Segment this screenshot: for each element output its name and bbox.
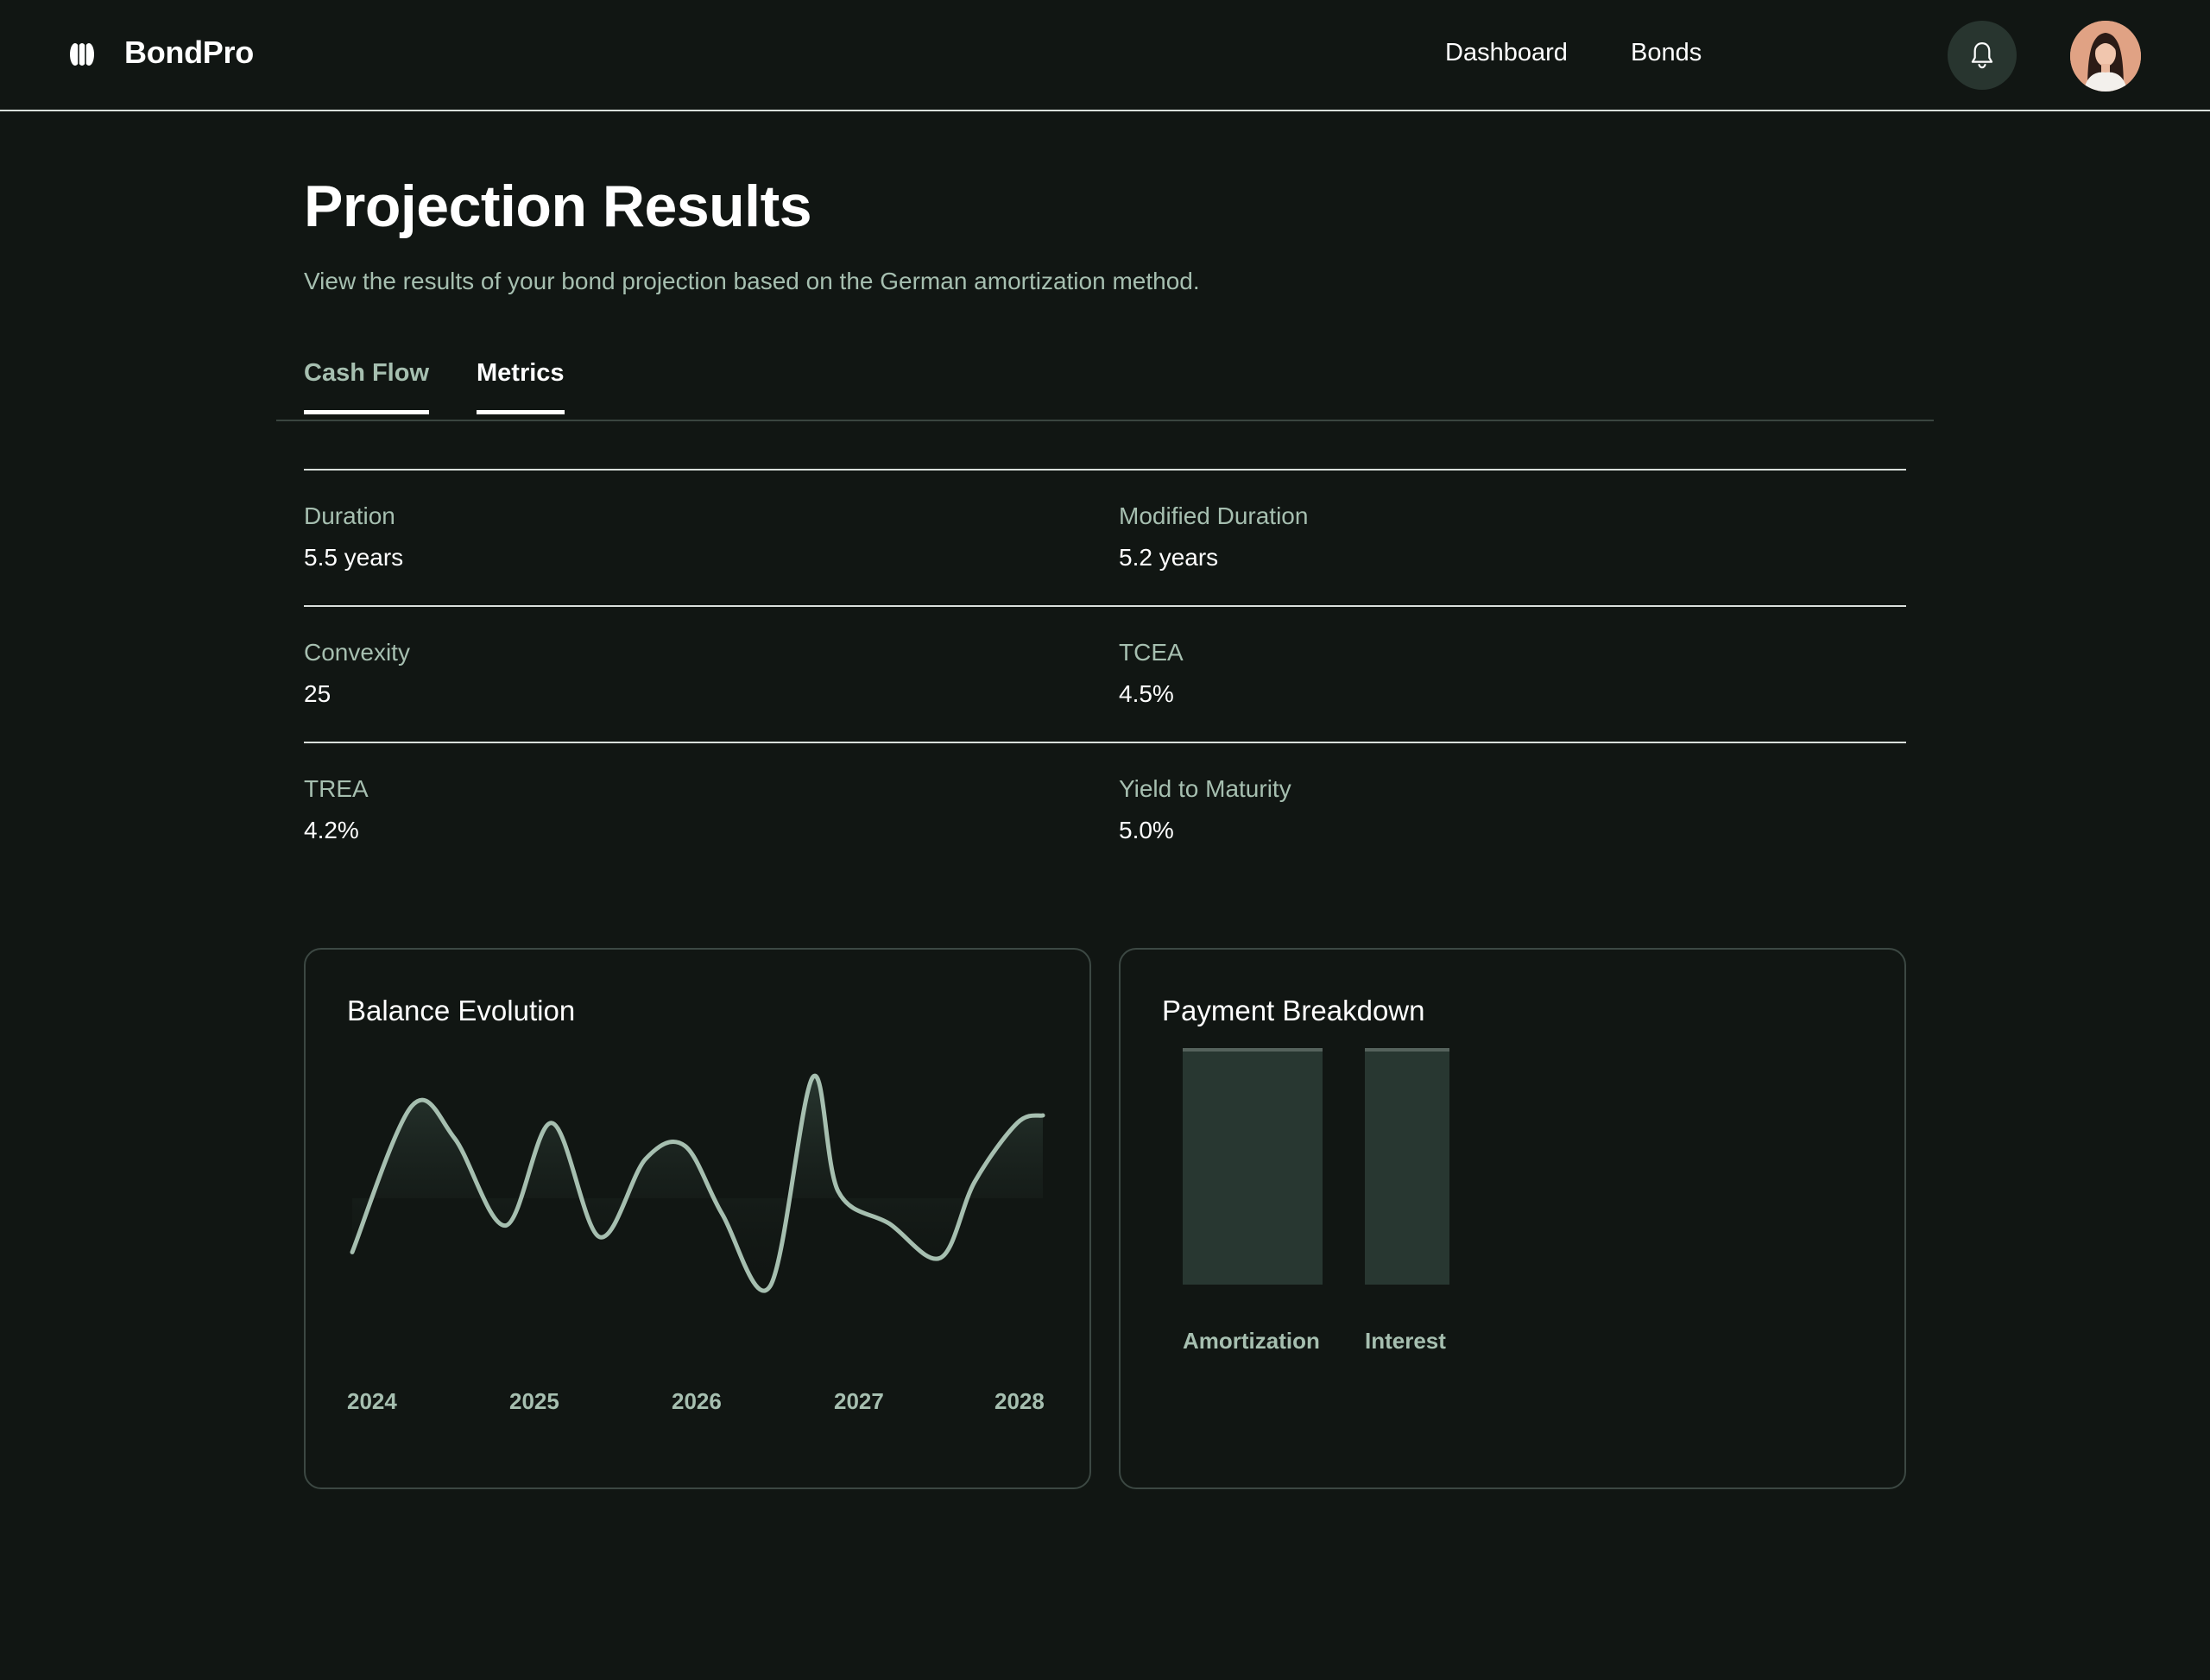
page-title: Projection Results	[304, 174, 812, 239]
metrics-divider	[304, 742, 1906, 743]
metric-label: TREA	[304, 775, 369, 802]
bar-label-interest: Interest	[1365, 1328, 1446, 1354]
user-avatar[interactable]	[2070, 21, 2141, 92]
metric-modified-duration: Modified Duration 5.2 years	[1119, 502, 1308, 572]
metric-label: TCEA	[1119, 639, 1184, 666]
metric-trea: TREA 4.2%	[304, 775, 369, 844]
metric-value: 5.5 years	[304, 544, 404, 571]
x-tick-label: 2024	[347, 1388, 397, 1414]
page-subtitle: View the results of your bond projection…	[304, 268, 1200, 294]
bar-top-edge	[1365, 1048, 1449, 1052]
metric-label: Duration	[304, 502, 395, 529]
metric-label: Yield to Maturity	[1119, 775, 1291, 802]
metric-value: 4.2%	[304, 817, 359, 843]
nav-link-dashboard[interactable]: Dashboard	[1445, 39, 1568, 67]
bondpro-logo-icon[interactable]	[69, 40, 95, 69]
metric-label: Modified Duration	[1119, 502, 1309, 529]
tabs-divider	[276, 420, 1934, 421]
x-tick-label: 2027	[834, 1388, 884, 1414]
x-tick-label: 2026	[672, 1388, 722, 1414]
brand-name[interactable]: BondPro	[124, 35, 254, 71]
balance-evolution-card: Balance Evolution 2024 2025 2026 2027 20…	[304, 948, 1091, 1489]
bar-amortization	[1183, 1048, 1323, 1285]
metric-convexity: Convexity 25	[304, 639, 410, 708]
metrics-divider	[304, 469, 1906, 471]
metric-value: 5.2 years	[1119, 544, 1219, 571]
user-portrait-icon	[2070, 21, 2141, 92]
x-tick-label: 2028	[994, 1388, 1045, 1414]
metric-duration: Duration 5.5 years	[304, 502, 403, 572]
nav-link-bonds[interactable]: Bonds	[1631, 39, 1702, 67]
metric-value: 5.0%	[1119, 817, 1174, 843]
tab-cash-flow[interactable]: Cash Flow	[304, 359, 430, 414]
metric-value: 25	[304, 680, 332, 707]
payment-breakdown-chart	[1183, 1048, 1449, 1285]
metric-tcea: TCEA 4.5%	[1119, 639, 1184, 708]
x-tick-label: 2025	[509, 1388, 559, 1414]
metric-value: 4.5%	[1119, 680, 1174, 707]
metric-label: Convexity	[304, 639, 410, 666]
notifications-button[interactable]	[1948, 21, 2017, 90]
bar-interest	[1365, 1048, 1449, 1285]
payment-breakdown-card: Payment Breakdown Amortization Interest	[1119, 948, 1906, 1489]
metrics-divider	[304, 605, 1906, 607]
top-navigation-bar: BondPro Dashboard Bonds	[0, 0, 2210, 111]
metric-yield-to-maturity: Yield to Maturity 5.0%	[1119, 775, 1291, 844]
tab-metrics[interactable]: Metrics	[477, 359, 565, 414]
bar-label-amortization: Amortization	[1183, 1328, 1320, 1354]
bar-top-edge	[1183, 1048, 1323, 1052]
bell-icon	[1971, 42, 1993, 69]
